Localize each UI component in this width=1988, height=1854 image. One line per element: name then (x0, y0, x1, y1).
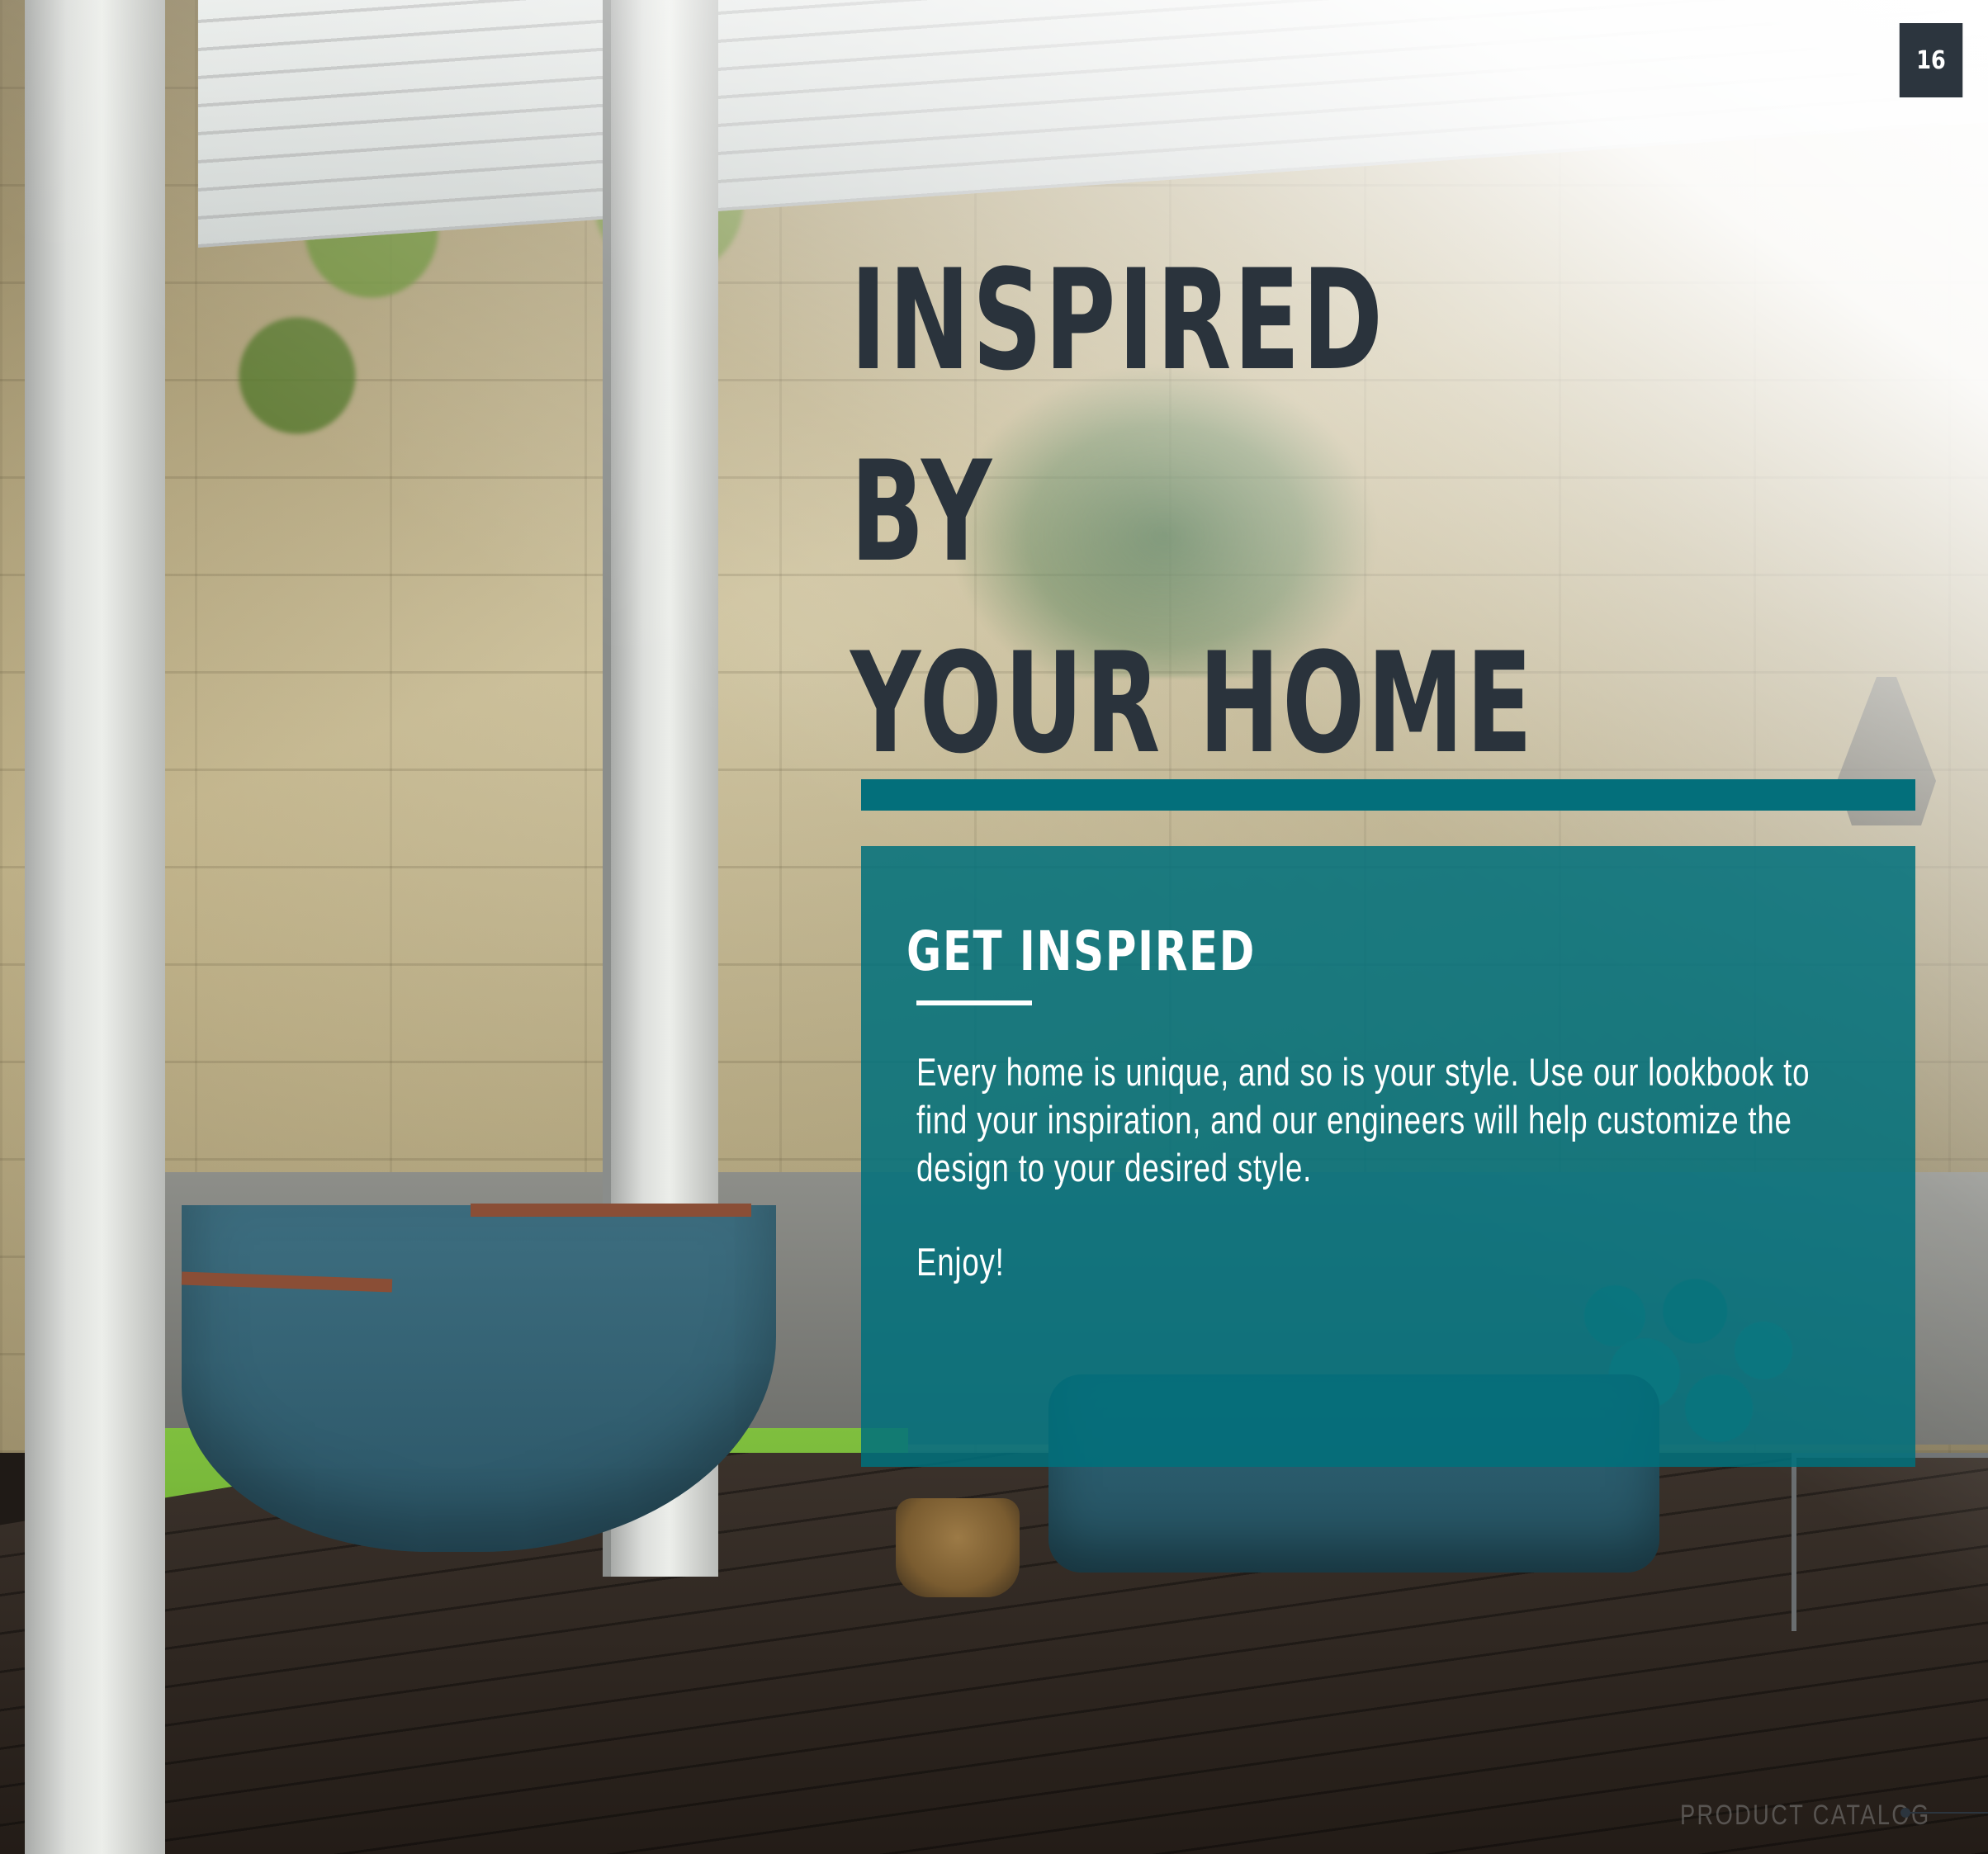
panel-closing-text: Enjoy! (916, 1240, 1005, 1284)
catalog-page: 16 INSPIRED BY YOUR HOME GET INSPIRED Ev… (0, 0, 1988, 1854)
panel-body-text: Every home is unique, and so is your sty… (916, 1050, 1810, 1189)
panel-divider (916, 1000, 1032, 1005)
page-number: 16 (1899, 23, 1963, 97)
info-panel: GET INSPIRED Every home is unique, and s… (861, 846, 1915, 1467)
footer-label: PRODUCT CATALOG (1680, 1800, 1931, 1831)
footer-dot-icon (1900, 1808, 1910, 1818)
headline-line-3: YOUR HOME (850, 622, 1535, 784)
headline-line-1: INSPIRED (850, 239, 1385, 401)
headline-line-2: BY (850, 431, 994, 593)
footer-line (1910, 1812, 1988, 1814)
panel-heading: GET INSPIRED (906, 920, 1256, 983)
accent-bar (861, 779, 1915, 811)
page-headline: INSPIRED BY YOUR HOME (850, 225, 1535, 799)
